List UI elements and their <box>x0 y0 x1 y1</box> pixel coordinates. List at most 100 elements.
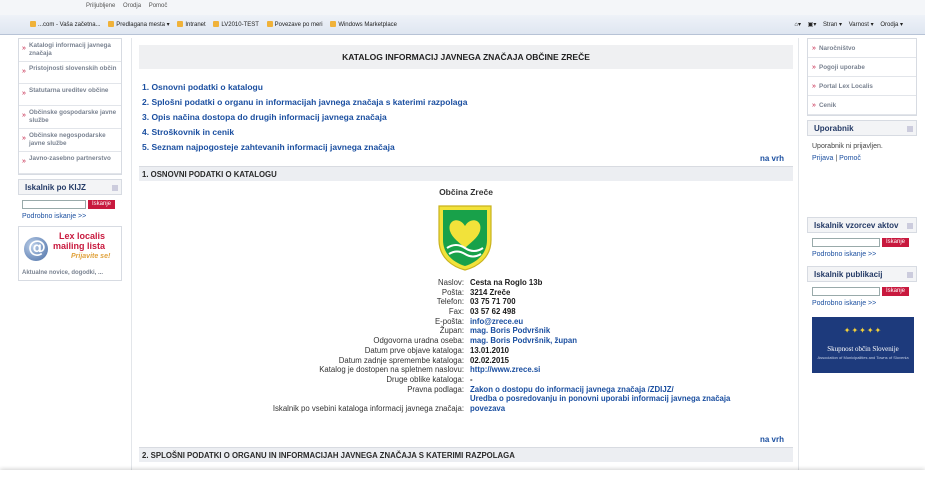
at-sign-icon: @ <box>24 237 48 261</box>
menu: Priljubljene Orodja Pomoč <box>86 3 173 9</box>
browser-menubar: Priljubljene Orodja Pomoč <box>0 0 925 15</box>
fav-item-5[interactable]: Povezave po meri <box>266 21 323 28</box>
email-link[interactable]: info@zrece.eu <box>470 317 523 326</box>
bullet-icon: » <box>22 90 26 97</box>
nav-item-ppp[interactable]: » Javno-zasebno partnerstvo <box>19 152 121 174</box>
kijz-search-input[interactable] <box>22 200 86 209</box>
publications-search-button[interactable]: Iskanje <box>882 287 910 296</box>
kijz-advanced-search-link[interactable]: Podrobno iskanje >> <box>18 209 122 224</box>
acts-search-header: Iskalnik vzorcev aktov <box>807 217 917 233</box>
detail-row: Uredba o posredovanju in ponovni uporabi… <box>132 394 800 404</box>
toc-link-5[interactable]: 5. Seznam najpogosteje zahtevanih inform… <box>142 140 467 155</box>
nav-item-competences[interactable]: » Pristojnosti slovenskih občin <box>19 62 121 84</box>
tool-safety[interactable]: Varnost ▾ <box>849 22 874 28</box>
collapse-icon[interactable] <box>907 126 913 132</box>
to-top-link-2[interactable]: na vrh <box>760 435 784 444</box>
collapse-icon[interactable] <box>907 272 913 278</box>
toc-link-1[interactable]: 1. Osnovni podatki o katalogu <box>142 80 467 95</box>
feeds-icon[interactable]: ▣▾ <box>808 22 817 28</box>
page-icon <box>30 21 36 27</box>
login-link[interactable]: Prijava <box>812 155 833 162</box>
acts-search-input[interactable] <box>812 238 880 247</box>
right-nav: » Naročništvo » Pogoji uporabe » Portal Lex… <box>807 38 917 116</box>
bullet-icon: » <box>812 101 816 109</box>
nav-item-terms[interactable]: » Pogoji uporabe <box>808 58 916 77</box>
menu-help[interactable]: Pomoč <box>149 3 168 9</box>
nav-item-pricing[interactable]: » Cenik <box>808 96 916 115</box>
publications-search-input[interactable] <box>812 287 880 296</box>
detail-row: E-pošta: info@zrece.eu <box>434 316 524 326</box>
nav-item-portal[interactable]: » Portal Lex Localis <box>808 77 916 96</box>
bullet-icon: » <box>812 82 816 90</box>
official-link[interactable]: mag. Boris Podvršnik, župan <box>470 336 577 345</box>
menu-tools[interactable]: Orodja <box>123 3 141 9</box>
detail-row: Telefon: 03 75 71 700 <box>436 297 516 307</box>
user-widget-header: Uporabnik <box>807 120 917 136</box>
section-2-header: 2. SPLOŠNI PODATKI O ORGANU IN INFORMACI… <box>139 447 793 462</box>
website-link[interactable]: http://www.zrece.si <box>470 365 540 374</box>
bullet-icon: » <box>22 45 26 52</box>
fav-item-2[interactable]: Predlagana mesta ▾ <box>108 21 170 28</box>
detail-row: Datum prve objave kataloga: 13.01.2010 <box>364 345 510 355</box>
toc-link-2[interactable]: 2. Splošni podatki o organu in informaci… <box>142 95 467 110</box>
regulation-link[interactable]: Uredba o posredovanju in ponovni uporabi… <box>470 394 730 403</box>
home-icon[interactable]: ⌂▾ <box>794 22 801 28</box>
kijz-search-button[interactable]: Iskanje <box>88 200 116 209</box>
nav-item-economic-services[interactable]: » Občinske gospodarske javne službe <box>19 106 121 129</box>
detail-row: Iskalnik po vsebini kataloga informacij … <box>272 403 506 413</box>
acts-search-row: Iskanje <box>807 233 917 247</box>
bullet-icon: » <box>22 158 26 165</box>
toc-link-4[interactable]: 4. Stroškovnik in cenik <box>142 125 467 140</box>
bullet-icon: » <box>22 68 26 75</box>
menu-favorites[interactable]: Priljubljene <box>86 3 115 9</box>
municipality-name: Občina Zreče <box>439 187 493 197</box>
kijz-search-header: Iskalnik po KIJZ <box>18 179 122 195</box>
detail-row: Pošta: 3214 Zreče <box>441 287 511 297</box>
lex-localis-banner[interactable]: @ Lex localis mailing lista Prijavite se… <box>18 226 122 281</box>
fav-item-4[interactable]: LV2010-TEST <box>213 21 259 28</box>
page-icon <box>108 21 115 27</box>
detail-row: Druge oblike kataloga: - <box>386 374 473 384</box>
nav-item-statute[interactable]: » Statutarna ureditev občine <box>19 84 121 106</box>
publications-advanced-search-link[interactable]: Podrobno iskanje >> <box>807 296 917 311</box>
tool-tools[interactable]: Orodja ▾ <box>880 22 903 28</box>
detail-row: Datum zadnje spremembe kataloga: 02.02.20… <box>338 355 510 365</box>
detail-row: Fax: 03 57 62 498 <box>448 307 516 317</box>
collapse-icon[interactable] <box>112 185 118 191</box>
left-sidebar: » Katalogi informacij javnega značaja » Pr… <box>18 38 122 478</box>
tool-page[interactable]: Stran ▾ <box>823 22 842 28</box>
left-nav: » Katalogi informacij javnega značaja » Pr… <box>18 38 122 175</box>
sos-banner[interactable]: ✦✦✦✦✦ Skupnost občin Slovenije Associati… <box>812 317 914 373</box>
bullet-icon: » <box>812 63 816 71</box>
main-content: KATALOG INFORMACIJ JAVNEGA ZNAČAJA OBČIN… <box>131 38 799 480</box>
nav-item-subscription[interactable]: » Naročništvo <box>808 39 916 58</box>
help-link[interactable]: Pomoč <box>839 155 861 162</box>
publications-search-header: Iskalnik publikacij <box>807 266 917 282</box>
toc-link-3[interactable]: 3. Opis načina dostopa do drugih informa… <box>142 110 467 125</box>
acts-advanced-search-link[interactable]: Podrobno iskanje >> <box>807 247 917 262</box>
page-icon <box>330 21 337 27</box>
acts-search-button[interactable]: Iskanje <box>882 238 910 247</box>
page-icon <box>177 21 184 27</box>
law-link[interactable]: Zakon o dostopu do informacij javnega zn… <box>470 385 674 394</box>
detail-row: Pravna podlaga: Zakon o dostopu do inform… <box>407 384 674 394</box>
catalog-search-link[interactable]: povezava <box>470 404 505 413</box>
right-sidebar: » Naročništvo » Pogoji uporabe » Portal Lex… <box>807 38 917 478</box>
to-top-link[interactable]: na vrh <box>760 154 784 163</box>
fav-item-3[interactable]: Intranet <box>177 21 206 28</box>
table-of-contents: 1. Osnovni podatki o katalogu 2. Splošni… <box>142 80 467 155</box>
page-icon <box>213 21 220 27</box>
bullet-icon: » <box>22 135 26 142</box>
nav-item-noneconomic-services[interactable]: » Občinske negospodarske javne službe <box>19 129 121 152</box>
catalog-details: Naslov: Cesta na Roglo 13b Pošta: 3214 Zre… <box>132 278 800 414</box>
fav-item-6[interactable]: Windows Marketplace <box>330 21 397 28</box>
nav-item-catalogs[interactable]: » Katalogi informacij javnega značaja <box>19 39 121 62</box>
detail-row: Katalog je dostopen na spletnem naslovu:… <box>319 365 541 375</box>
user-status: Uporabnik ni prijavljen. <box>812 143 883 150</box>
stars-icon: ✦✦✦✦✦ <box>843 326 883 335</box>
section-1-header: 1. OSNOVNI PODATKI O KATALOGU <box>139 166 793 181</box>
detail-row: Naslov: Cesta na Roglo 13b <box>438 278 543 287</box>
mayor-link[interactable]: mag. Boris Podvršnik <box>470 326 550 335</box>
collapse-icon[interactable] <box>907 223 913 229</box>
fav-item-1[interactable]: ...com - Vaša začetna... <box>30 21 101 28</box>
